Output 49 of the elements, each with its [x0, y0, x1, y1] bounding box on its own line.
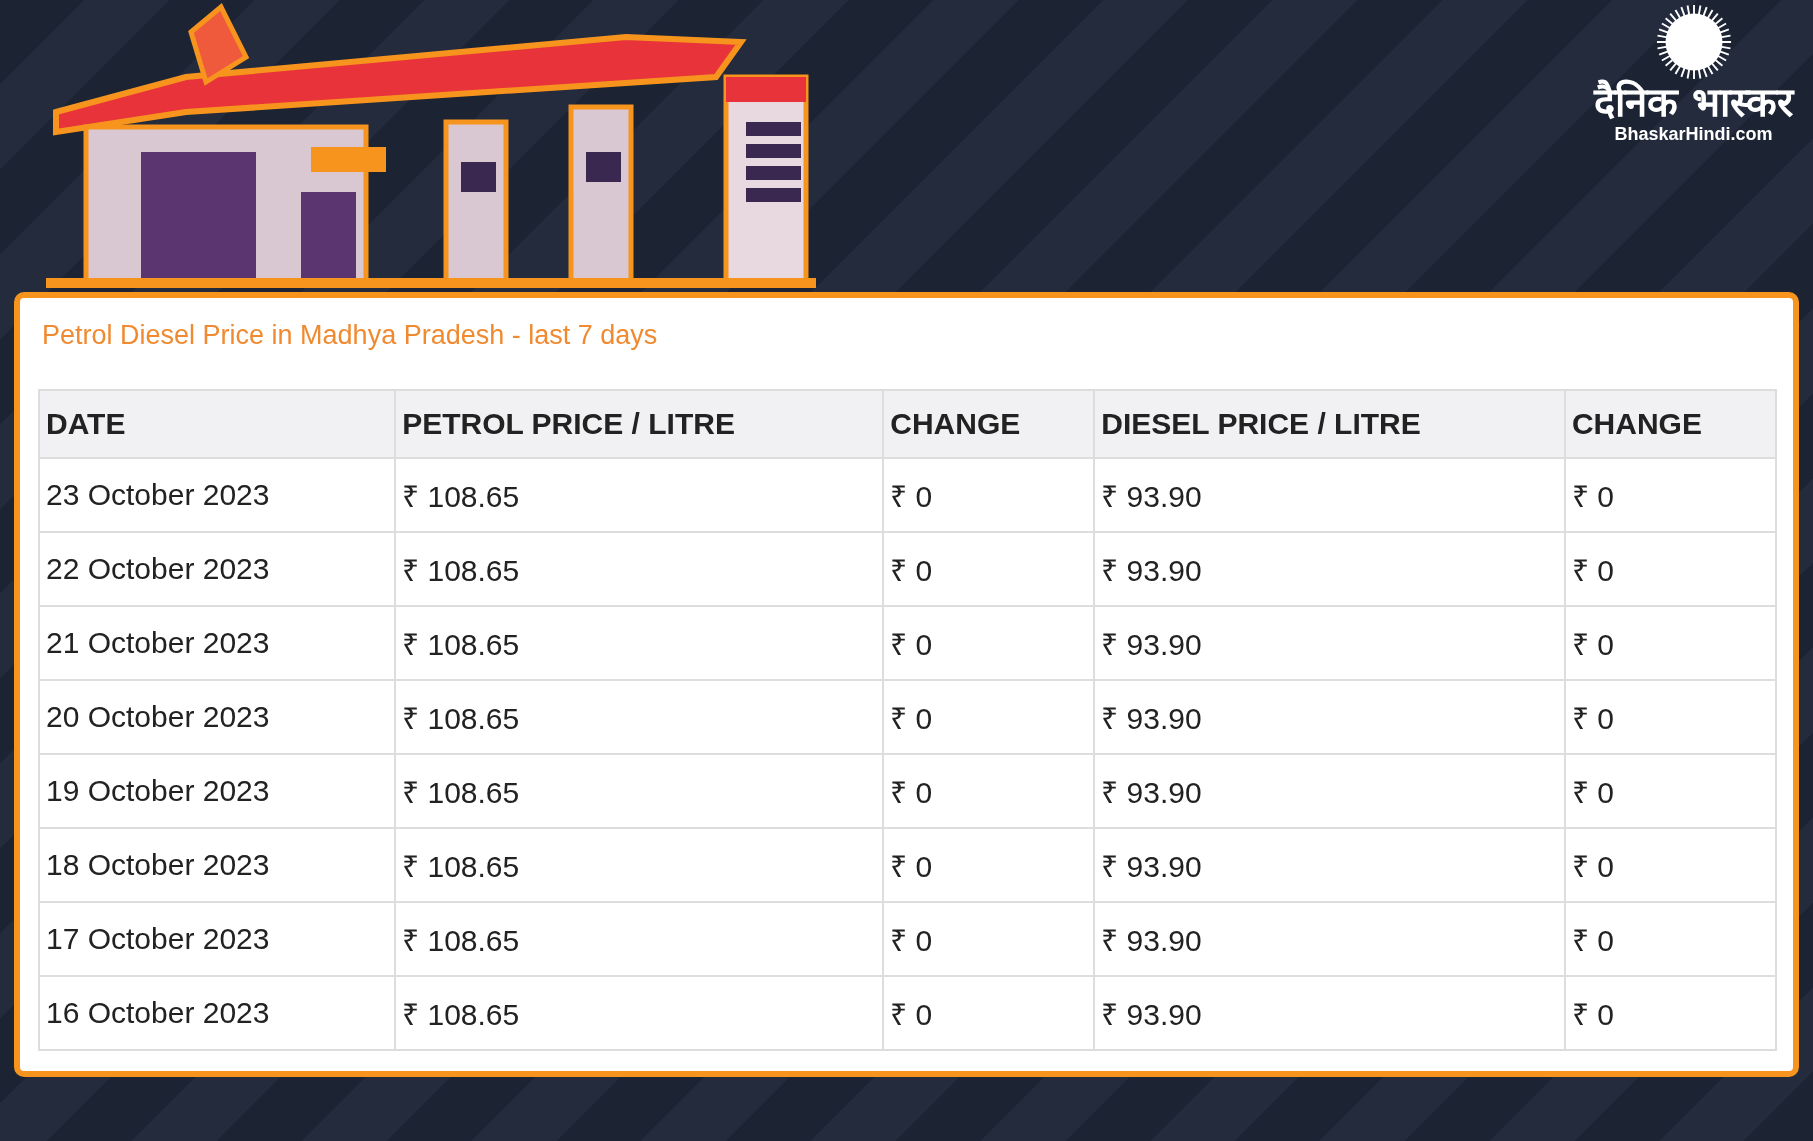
table-cell: 16 October 2023 — [39, 976, 396, 1050]
table-cell: ₹ 0 — [1564, 532, 1776, 606]
table-cell: ₹ 108.65 — [395, 680, 884, 754]
table-title: Petrol Diesel Price in Madhya Pradesh - last 7 days — [42, 320, 659, 351]
table-cell: ₹ 108.65 — [395, 902, 884, 976]
sun-icon — [1655, 4, 1732, 80]
table-cell: ₹ 93.90 — [1094, 976, 1565, 1050]
column-header: DATE — [39, 390, 396, 458]
table-cell: 19 October 2023 — [39, 754, 396, 828]
table-cell: ₹ 0 — [883, 828, 1095, 902]
table-cell: 22 October 2023 — [39, 532, 396, 606]
table-cell: 21 October 2023 — [39, 606, 396, 680]
table-cell: ₹ 0 — [883, 532, 1095, 606]
table-cell: ₹ 0 — [1564, 902, 1776, 976]
table-cell: ₹ 108.65 — [395, 458, 884, 532]
column-header: DIESEL PRICE / LITRE — [1094, 390, 1565, 458]
table-cell: ₹ 0 — [1564, 976, 1776, 1050]
column-header: CHANGE — [883, 390, 1095, 458]
table-cell: ₹ 93.90 — [1094, 532, 1565, 606]
table-cell: ₹ 93.90 — [1094, 606, 1565, 680]
table-cell: ₹ 0 — [883, 458, 1095, 532]
table-cell: 23 October 2023 — [39, 458, 396, 532]
table-cell: ₹ 108.65 — [395, 532, 884, 606]
table-cell: 17 October 2023 — [39, 902, 396, 976]
table-cell: ₹ 108.65 — [395, 606, 884, 680]
table-cell: 18 October 2023 — [39, 828, 396, 902]
table-cell: ₹ 93.90 — [1094, 828, 1565, 902]
table-cell: ₹ 0 — [1564, 754, 1776, 828]
table-cell: ₹ 0 — [883, 680, 1095, 754]
table-cell: ₹ 93.90 — [1094, 680, 1565, 754]
table-cell: ₹ 0 — [1564, 680, 1776, 754]
column-header: PETROL PRICE / LITRE — [395, 390, 884, 458]
table-cell: ₹ 0 — [883, 754, 1095, 828]
table-cell: ₹ 93.90 — [1094, 458, 1565, 532]
logo-title: दैनिक भास्कर — [1594, 80, 1793, 124]
logo-site: BhaskarHindi.com — [1614, 124, 1773, 145]
table-cell: ₹ 0 — [883, 606, 1095, 680]
table-cell: ₹ 108.65 — [395, 976, 884, 1050]
table-cell: 20 October 2023 — [39, 680, 396, 754]
table-cell: ₹ 0 — [1564, 828, 1776, 902]
table-cell: ₹ 0 — [883, 902, 1095, 976]
table-cell: ₹ 108.65 — [395, 828, 884, 902]
table-cell: ₹ 0 — [883, 976, 1095, 1050]
table-cell: ₹ 93.90 — [1094, 754, 1565, 828]
table-cell: ₹ 0 — [1564, 606, 1776, 680]
table-cell: ₹ 93.90 — [1094, 902, 1565, 976]
table-cell: ₹ 0 — [1564, 458, 1776, 532]
column-header: CHANGE — [1564, 390, 1776, 458]
table-cell: ₹ 108.65 — [395, 754, 884, 828]
